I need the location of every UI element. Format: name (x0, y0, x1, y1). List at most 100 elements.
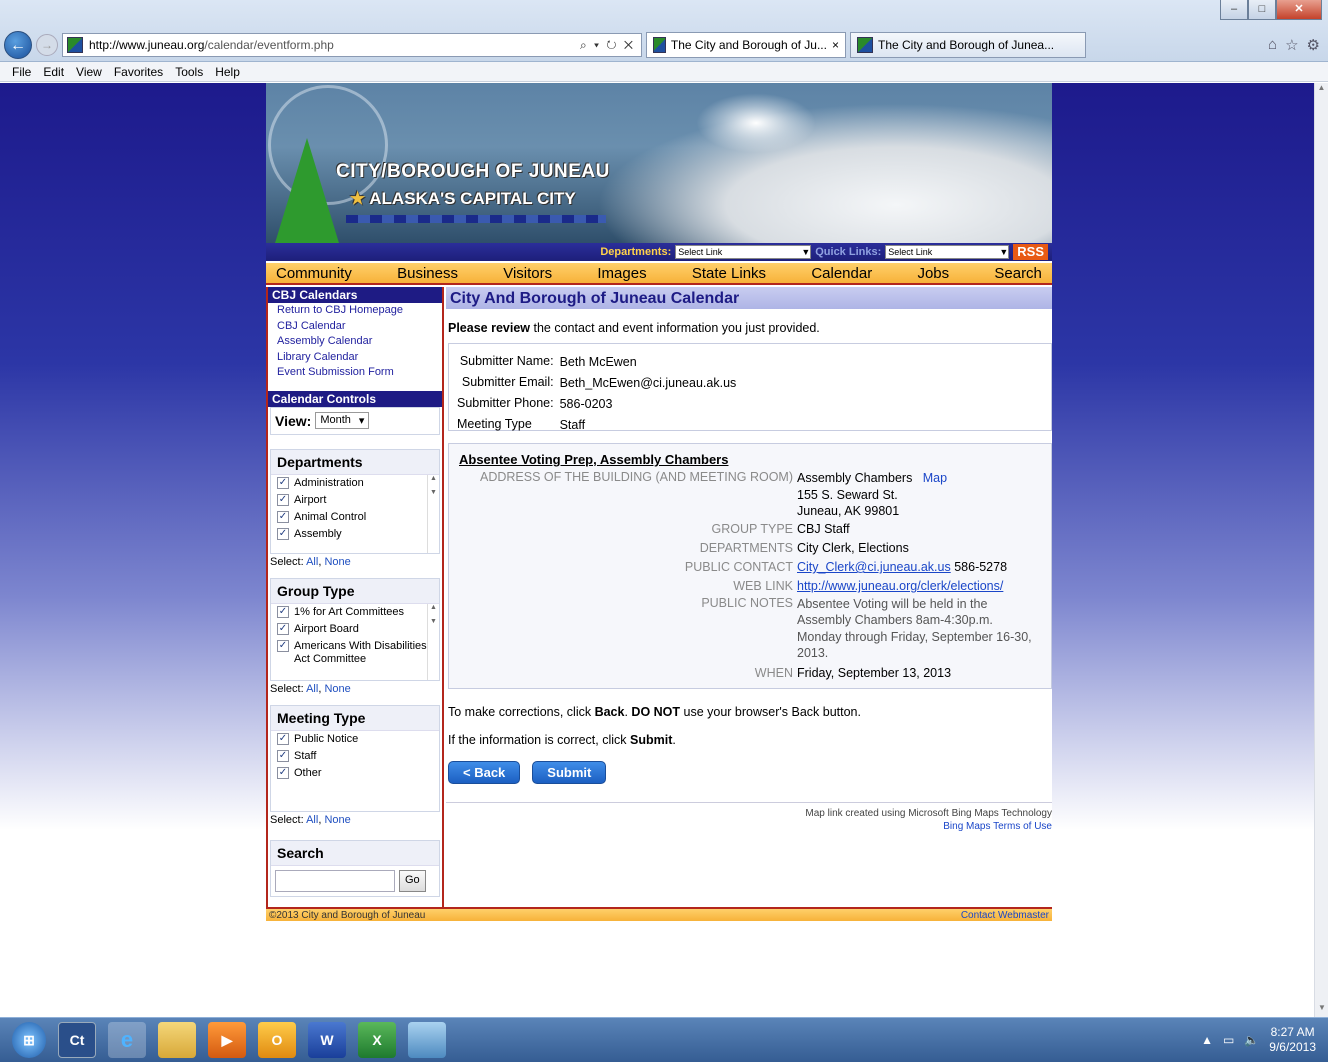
list-scrollbar[interactable]: ▲ ▼ (427, 603, 439, 680)
web-link[interactable]: http://www.juneau.org/clerk/elections/ (797, 579, 1003, 593)
list-item[interactable]: ✓ Staff (271, 748, 439, 765)
checkbox-checked-icon[interactable]: ✓ (277, 732, 289, 745)
address-bar[interactable]: http://www.juneau.org/calendar/eventform… (62, 33, 642, 57)
link-event-submission-form[interactable]: Event Submission Form (268, 365, 442, 381)
departments-list[interactable]: ✓ Administration ✓ Airport ✓ Animal Control… (271, 474, 439, 553)
menu-help[interactable]: Help (209, 65, 246, 79)
maximize-button[interactable]: □ (1248, 0, 1276, 20)
list-item[interactable]: ✓ Other (271, 765, 439, 782)
scroll-down-icon[interactable]: ▼ (1315, 1003, 1328, 1017)
whale-spray-image (696, 93, 816, 153)
home-icon[interactable]: ⌂ (1268, 36, 1277, 54)
bing-terms-link[interactable]: Bing Maps Terms of Use (943, 821, 1052, 832)
menu-favorites[interactable]: Favorites (108, 65, 169, 79)
list-item[interactable]: ✓ Animal Control (271, 509, 439, 526)
checkbox-checked-icon[interactable]: ✓ (277, 476, 289, 489)
tab-1[interactable]: The City and Borough of Ju... × (646, 32, 846, 58)
tab-close-icon[interactable]: × (832, 38, 839, 52)
link-return-homepage[interactable]: Return to CBJ Homepage (268, 303, 442, 319)
tree-logo-icon (272, 138, 342, 243)
favorites-star-icon[interactable]: ☆ (1285, 36, 1298, 54)
checkbox-checked-icon[interactable]: ✓ (277, 766, 289, 779)
list-item[interactable]: ✓ Airport (271, 492, 439, 509)
meeting-type-list[interactable]: ✓ Public Notice ✓ Staff ✓ Other (271, 731, 439, 811)
gear-icon[interactable]: ⚙ (1307, 36, 1320, 54)
link-assembly-calendar[interactable]: Assembly Calendar (268, 334, 442, 350)
back-button[interactable]: < Back (448, 761, 521, 784)
internet-explorer-icon[interactable]: e (108, 1022, 146, 1058)
list-item[interactable]: ✓ 1% for Art Committees (271, 604, 439, 621)
tray-chevron-up-icon[interactable]: ▲ (1201, 1033, 1213, 1047)
group-type-list[interactable]: ✓ 1% for Art Committees ✓ Airport Board ✓ A… (271, 603, 439, 680)
start-button-icon[interactable]: ⊞ (12, 1022, 46, 1058)
view-select[interactable]: Month ▾ (315, 412, 370, 429)
close-window-button[interactable]: ✕ (1276, 0, 1322, 20)
checkbox-checked-icon[interactable]: ✓ (277, 749, 289, 762)
notes-app-icon[interactable] (408, 1022, 446, 1058)
nav-community[interactable]: Community (276, 265, 352, 282)
menu-edit[interactable]: Edit (37, 65, 70, 79)
outlook-icon[interactable]: O (258, 1022, 296, 1058)
corrections-text: To make corrections, click Back. DO NOT … (448, 705, 861, 719)
list-item[interactable]: ✓ Public Notice (271, 731, 439, 748)
checkbox-checked-icon[interactable]: ✓ (277, 527, 289, 540)
forward-arrow-icon[interactable]: → (36, 34, 58, 56)
scroll-up-icon[interactable]: ▲ (1315, 83, 1328, 97)
nav-visitors[interactable]: Visitors (503, 265, 552, 282)
quicklinks-select[interactable]: Select Link ▼ (885, 245, 1010, 259)
tab-2[interactable]: The City and Borough of Junea... (850, 32, 1086, 58)
network-icon[interactable]: ▭ (1223, 1033, 1234, 1047)
word-icon[interactable]: W (308, 1022, 346, 1058)
list-scrollbar[interactable]: ▲ ▼ (427, 474, 439, 553)
contact-email-link[interactable]: City_Clerk@ci.juneau.ak.us (797, 560, 951, 574)
volume-icon[interactable]: 🔈 (1244, 1033, 1259, 1047)
file-explorer-icon[interactable] (158, 1022, 196, 1058)
minimize-button[interactable]: – (1220, 0, 1248, 20)
checkbox-checked-icon[interactable]: ✓ (277, 510, 289, 523)
select-none-link[interactable]: None (324, 556, 350, 568)
select-all-link[interactable]: All (306, 556, 318, 568)
clock[interactable]: 8:27 AM 9/6/2013 (1269, 1025, 1316, 1055)
media-player-icon[interactable]: ▶ (208, 1022, 246, 1058)
site-favicon-icon (67, 37, 83, 53)
chevron-down-icon: ▾ (358, 415, 365, 427)
list-item[interactable]: ✓ Americans With Disabilities Act Committ… (271, 638, 439, 668)
address-tools-icon[interactable]: ⌕ ▾ ↻ ✕ (580, 38, 641, 53)
vertical-scrollbar[interactable]: ▲ ▼ (1314, 83, 1328, 1017)
list-item[interactable]: ✓ Airport Board (271, 621, 439, 638)
checkbox-checked-icon[interactable]: ✓ (277, 493, 289, 506)
menu-view[interactable]: View (70, 65, 108, 79)
menu-file[interactable]: File (6, 65, 37, 79)
ct-app-icon[interactable]: Ct (58, 1022, 96, 1058)
link-library-calendar[interactable]: Library Calendar (268, 350, 442, 366)
nav-state-links[interactable]: State Links (692, 265, 766, 282)
department-bar: Departments: Select Link ▼ Quick Links: S… (266, 243, 1052, 261)
nav-calendar[interactable]: Calendar (811, 265, 872, 282)
checkbox-checked-icon[interactable]: ✓ (277, 605, 289, 618)
select-none-link[interactable]: None (324, 814, 350, 826)
checkbox-checked-icon[interactable]: ✓ (277, 622, 289, 635)
list-item[interactable]: ✓ Assembly (271, 526, 439, 543)
checkbox-checked-icon[interactable]: ✓ (277, 639, 289, 652)
departments-select[interactable]: Select Link ▼ (675, 245, 812, 259)
search-go-button[interactable]: Go (399, 869, 426, 892)
departments-title: Departments (271, 449, 439, 475)
nav-search[interactable]: Search (994, 265, 1042, 282)
select-none-link[interactable]: None (324, 683, 350, 695)
back-arrow-icon[interactable]: ← (4, 31, 32, 59)
nav-business[interactable]: Business (397, 265, 458, 282)
map-credit-block: Map link created using Microsoft Bing Ma… (446, 802, 1052, 833)
link-cbj-calendar[interactable]: CBJ Calendar (268, 319, 442, 335)
search-input[interactable] (275, 869, 395, 892)
nav-jobs[interactable]: Jobs (917, 265, 949, 282)
select-all-link[interactable]: All (306, 814, 318, 826)
select-all-link[interactable]: All (306, 683, 318, 695)
menu-tools[interactable]: Tools (169, 65, 209, 79)
rss-button[interactable]: RSS (1013, 244, 1048, 260)
map-link[interactable]: Map (923, 471, 947, 485)
submit-button[interactable]: Submit (532, 761, 607, 784)
nav-images[interactable]: Images (597, 265, 646, 282)
contact-webmaster-link[interactable]: Contact Webmaster (961, 910, 1049, 921)
list-item[interactable]: ✓ Administration (271, 475, 439, 492)
excel-icon[interactable]: X (358, 1022, 396, 1058)
